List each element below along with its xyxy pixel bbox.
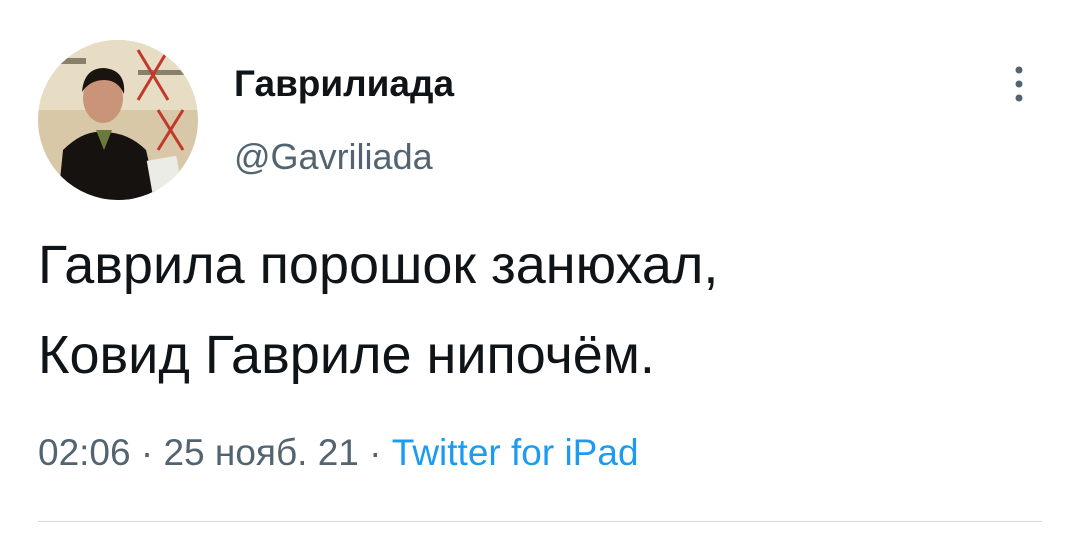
meta-separator: · (140, 432, 154, 473)
tweet-date[interactable]: 25 нояб. 21 (163, 432, 358, 473)
tweet-text: Гаврила порошок занюхал, Ковид Гавриле н… (38, 220, 1038, 400)
tweet-meta: 02:06 · 25 нояб. 21 · Twitter for iPad (38, 428, 639, 478)
vertical-ellipsis-icon (1015, 66, 1023, 102)
tweet-time[interactable]: 02:06 (38, 432, 131, 473)
avatar[interactable] (38, 40, 198, 200)
more-options-button[interactable] (1006, 62, 1032, 108)
author-handle[interactable]: @Gavriliada (234, 136, 433, 178)
author-display-name[interactable]: Гаврилиада (234, 62, 454, 106)
meta-separator: · (369, 432, 382, 473)
avatar-image (38, 40, 198, 200)
divider (38, 521, 1042, 522)
tweet-text-line: Гаврила порошок занюхал, (38, 235, 719, 295)
tweet-source-link[interactable]: Twitter for iPad (392, 432, 639, 473)
tweet-text-line: Ковид Гавриле нипочём. (38, 325, 655, 385)
